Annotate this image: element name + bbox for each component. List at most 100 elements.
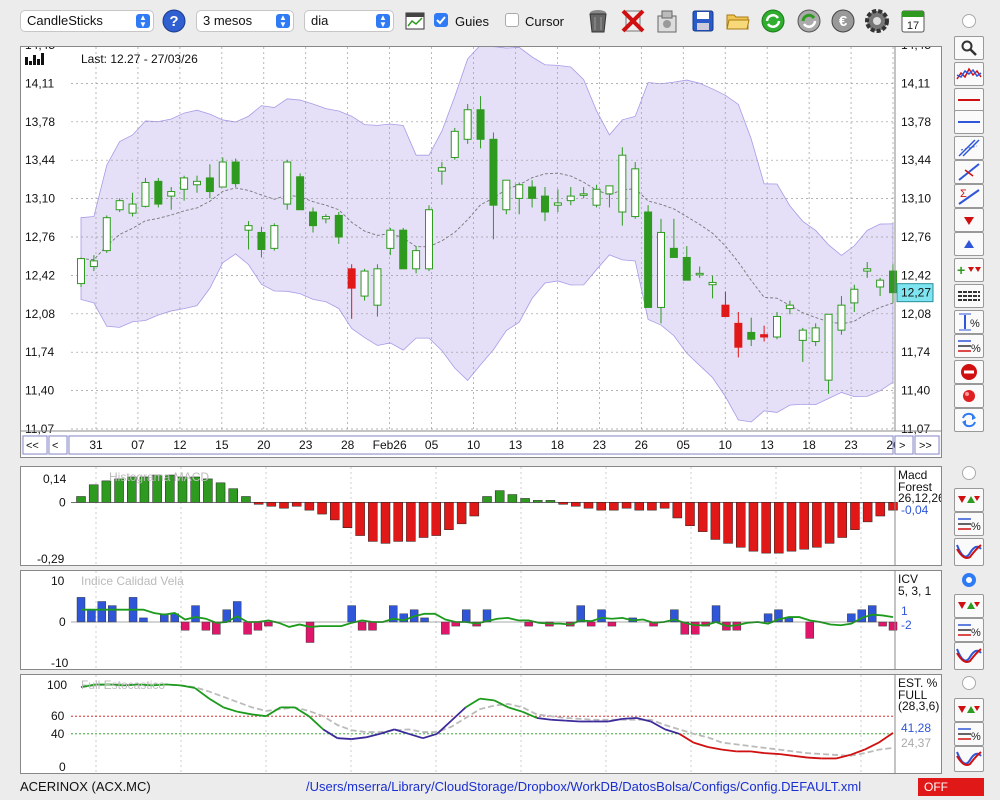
- icv-bar: [878, 621, 887, 627]
- refresh-icon[interactable]: [760, 7, 786, 35]
- icv-curves-button[interactable]: [954, 642, 984, 670]
- macd-bar: [736, 502, 746, 548]
- candle-body: [334, 214, 343, 238]
- stoch-curves-button[interactable]: [954, 746, 984, 772]
- sync-icon[interactable]: [796, 7, 822, 35]
- candle-body: [566, 195, 575, 202]
- channel-button[interactable]: [954, 136, 984, 160]
- macd-bar: [355, 502, 365, 536]
- settings-icon[interactable]: [864, 7, 890, 35]
- y-tick-left: 12,76: [25, 230, 55, 244]
- candlestick-chart[interactable]: 14,45 14,45 14,11 14,11 13,78 13,78 13,44 13,44…: [21, 38, 941, 457]
- icv-percent-button[interactable]: %: [954, 618, 984, 642]
- levels-button[interactable]: [954, 284, 984, 308]
- macd-bar: [228, 488, 238, 503]
- candle-body: [682, 256, 691, 281]
- macd-bar: [494, 490, 505, 503]
- icv-bar: [461, 609, 471, 623]
- zoom-button[interactable]: [954, 36, 984, 60]
- clear-button[interactable]: [954, 360, 984, 384]
- chart-type-select[interactable]: CandleSticks ▲ ▼: [20, 10, 154, 32]
- stoch-chart[interactable]: Full Estocastico10060400EST. %FULL(28,3,…: [21, 675, 941, 774]
- macd-percent-button[interactable]: %: [954, 512, 984, 536]
- candle-body: [721, 304, 730, 318]
- macd-bar: [583, 502, 594, 509]
- radio-main[interactable]: [962, 14, 976, 28]
- radio-icv[interactable]: [962, 573, 976, 587]
- guides-checkbox[interactable]: [434, 13, 448, 27]
- macd-bar: [558, 502, 568, 505]
- y-tick: 0: [59, 760, 66, 773]
- percent-lines-icon: %: [958, 624, 981, 639]
- radio-stoch[interactable]: [962, 676, 976, 690]
- radio-macd[interactable]: [962, 466, 976, 480]
- icv-bar: [243, 621, 252, 635]
- period-select[interactable]: 3 mesos ▲ ▼: [196, 10, 294, 32]
- x-tick: 18: [551, 438, 565, 452]
- y-tick-right: 12,42: [901, 268, 931, 282]
- add-signal-button[interactable]: +: [954, 258, 984, 282]
- candle-body: [644, 211, 653, 308]
- y-tick: 100: [47, 678, 67, 692]
- x-tick: 12: [173, 438, 187, 452]
- chart-overlay-button[interactable]: [954, 62, 984, 86]
- percent-lines-button[interactable]: %: [954, 334, 984, 358]
- stoch-percent-button[interactable]: %: [954, 722, 984, 746]
- stoch-fast-segment: [764, 752, 780, 755]
- help-icon[interactable]: ?: [161, 7, 187, 35]
- x-tick: 07: [131, 438, 145, 452]
- config-path-link[interactable]: /Users/mserra/Library/CloudStorage/Dropb…: [306, 779, 861, 794]
- icv-bar: [232, 601, 242, 623]
- macd-bar: [431, 502, 441, 536]
- stoch-fast-segment: [422, 732, 438, 740]
- macd-chart[interactable]: Histograma MACD0,140-0,29MacdForest26,12…: [21, 467, 945, 566]
- horizontal-red-line-button[interactable]: [954, 88, 984, 112]
- record-button[interactable]: [954, 384, 984, 408]
- candle-body: [489, 138, 498, 206]
- icv-bar: [441, 621, 450, 635]
- candle-body: [811, 327, 820, 343]
- sigma-icon: Σ: [958, 188, 980, 205]
- chevron-updown-icon: ▲ ▼: [136, 14, 150, 29]
- icv-signals-button[interactable]: [954, 594, 984, 618]
- macd-bar: [317, 502, 327, 515]
- trendline-button[interactable]: [954, 160, 984, 184]
- stoch-value2: 24,37: [901, 736, 931, 750]
- horizontal-blue-line-button[interactable]: [954, 110, 984, 134]
- import-icon[interactable]: [654, 7, 680, 35]
- percent-range-button[interactable]: %: [954, 310, 984, 334]
- y-tick-right: 14,11: [901, 76, 930, 90]
- delete-icon[interactable]: [620, 7, 646, 35]
- sell-arrow-button[interactable]: [954, 208, 984, 232]
- macd-bar: [647, 502, 657, 511]
- macd-bar: [748, 502, 759, 552]
- buy-arrow-button[interactable]: [954, 232, 984, 256]
- candle-body: [412, 250, 421, 270]
- y-tick-left: 11,07: [25, 422, 54, 436]
- icv-bar: [347, 605, 356, 623]
- macd-curves-button[interactable]: [954, 538, 984, 566]
- macd-bar: [533, 500, 543, 503]
- swap-button[interactable]: [954, 408, 984, 432]
- currency-icon[interactable]: €: [830, 7, 856, 35]
- cursor-checkbox[interactable]: [505, 13, 519, 27]
- off-status-badge[interactable]: OFF: [918, 778, 984, 796]
- candle-body: [837, 304, 846, 331]
- stoch-signals-button[interactable]: [954, 698, 984, 722]
- icv-bar: [87, 609, 96, 623]
- candle-body: [180, 177, 189, 190]
- chart-style-icon[interactable]: [402, 7, 428, 35]
- macd-bar: [875, 502, 886, 517]
- icv-chart[interactable]: Indice Calidad Vela100-10ICV5, 3, 11-2: [21, 571, 941, 670]
- calendar-icon[interactable]: 17: [900, 7, 926, 35]
- macd-signals-button[interactable]: [954, 488, 984, 512]
- icv-bar: [711, 605, 721, 623]
- y-tick: -10: [51, 656, 69, 669]
- save-icon[interactable]: [690, 7, 716, 35]
- interval-select[interactable]: dia ▲ ▼: [304, 10, 394, 32]
- sum-trendline-button[interactable]: Σ: [954, 184, 984, 208]
- open-folder-icon[interactable]: [725, 7, 751, 35]
- main-chart-panel: 14,45 14,45 14,11 14,11 13,78 13,78 13,44 13,44…: [20, 38, 942, 458]
- icv-title: Indice Calidad Vela: [81, 574, 184, 588]
- trash-icon[interactable]: [585, 7, 611, 35]
